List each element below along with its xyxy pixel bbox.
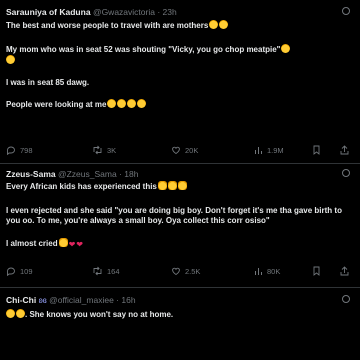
views-count: 80K: [267, 267, 281, 276]
repost-icon: [93, 266, 102, 276]
crying-face-emoji: [107, 99, 117, 108]
crying-face-emoji: [219, 20, 229, 29]
views-icon: [255, 268, 262, 275]
tweet-paragraph: I was in seat 85 dawg.: [6, 77, 90, 87]
timeline-feed: Sarauniya of Kaduna @Gwazavictoria · 23h…: [0, 0, 360, 360]
reply-icon: [7, 146, 15, 156]
broken-heart-emoji: ❤︎: [76, 239, 83, 249]
like-icon: [172, 146, 180, 155]
more-icon[interactable]: [340, 6, 352, 16]
crying-face-emoji: [281, 43, 291, 53]
tweet-text: . She knows you won't say no at home.: [6, 309, 354, 321]
share-button[interactable]: [340, 266, 353, 278]
user-handle[interactable]: @Zzeus_Sama: [58, 169, 117, 179]
tweet-time[interactable]: 23h: [163, 7, 177, 17]
tweet-paragraph: People were looking at me: [6, 100, 107, 109]
crying-face-emoji: [16, 309, 25, 318]
user-handle[interactable]: @official_maxiee: [49, 295, 114, 305]
butterfly-emoji: ʚɞ: [38, 296, 47, 305]
reply-count: 798: [20, 146, 33, 155]
display-name[interactable]: Chi-Chi: [6, 295, 36, 305]
like-count: 2.5K: [185, 267, 201, 276]
tweet[interactable]: Sarauniya of Kaduna @Gwazavictoria · 23h…: [0, 0, 360, 160]
reply-button[interactable]: 798: [6, 145, 33, 157]
crying-face-emoji: [137, 99, 147, 108]
more-icon[interactable]: [340, 294, 352, 304]
tweet-text: Every African kids has experienced this …: [6, 181, 354, 250]
views-count: 1.9M: [267, 146, 284, 155]
display-name[interactable]: Sarauniya of Kaduna: [6, 7, 91, 17]
crying-face-emoji: [6, 309, 15, 318]
cat-face-emoji: [177, 181, 187, 190]
bookmark-button[interactable]: [312, 266, 325, 278]
more-icon[interactable]: [340, 168, 352, 178]
share-icon: [340, 266, 349, 276]
like-count: 20K: [185, 146, 199, 155]
user-handle[interactable]: @Gwazavictoria: [93, 7, 155, 17]
views-icon: [255, 147, 262, 154]
repost-count: 3K: [107, 146, 117, 155]
tweet-actions: 798 3K 20K 1.9M: [0, 145, 360, 157]
tweet-paragraph: I even rejected and she said "you are do…: [6, 205, 342, 226]
bookmark-button[interactable]: [312, 145, 325, 157]
like-icon: [172, 267, 180, 276]
tweet-header: Sarauniya of Kaduna @Gwazavictoria · 23h: [6, 7, 177, 17]
tweet-actions: 109 164 2.5K 80K: [0, 266, 360, 278]
display-name[interactable]: Zzeus-Sama: [6, 169, 56, 179]
cat-face-emoji: [167, 181, 177, 190]
tweet-paragraph: . She knows you won't say no at home.: [25, 310, 174, 319]
reply-count: 109: [20, 267, 33, 276]
repost-count: 164: [107, 267, 120, 276]
tweet-paragraph: Every African kids has experienced this: [6, 182, 157, 191]
reply-icon: [7, 267, 15, 277]
separator-dot: ·: [119, 169, 122, 179]
tweet-paragraph: My mom who was in seat 52 was shouting "…: [6, 44, 281, 54]
bookmark-icon: [313, 145, 320, 155]
like-button[interactable]: 20K: [171, 145, 198, 157]
views-button[interactable]: 80K: [254, 266, 280, 278]
tweet[interactable]: Chi-Chi ʚɞ @official_maxiee · 16h . She …: [0, 288, 360, 360]
tweet-text: The best and worse people to travel with…: [6, 20, 354, 111]
crying-face-emoji: [6, 55, 15, 64]
share-button[interactable]: [340, 145, 353, 157]
repost-button[interactable]: 3K: [92, 145, 116, 157]
tweet-paragraph: I almost cried: [6, 238, 58, 248]
cat-face-emoji: [58, 237, 68, 247]
share-icon: [340, 145, 349, 155]
separator-dot: ·: [116, 295, 120, 305]
repost-button[interactable]: 164: [92, 266, 120, 278]
crying-face-emoji: [117, 99, 127, 108]
tweet-time[interactable]: 16h: [121, 295, 135, 305]
tweet-paragraph: The best and worse people to travel with…: [6, 21, 209, 30]
bookmark-icon: [313, 266, 320, 276]
like-button[interactable]: 2.5K: [171, 266, 200, 278]
reply-button[interactable]: 109: [6, 266, 33, 278]
tweet-header: Zzeus-Sama @Zzeus_Sama · 18h: [6, 169, 138, 179]
tweet-time[interactable]: 18h: [124, 169, 138, 179]
crying-face-emoji: [127, 99, 137, 108]
repost-icon: [93, 145, 102, 155]
tweet-header: Chi-Chi ʚɞ @official_maxiee · 16h: [6, 295, 136, 305]
separator-dot: ·: [157, 7, 161, 17]
views-button[interactable]: 1.9M: [254, 145, 284, 157]
crying-face-emoji: [209, 20, 219, 29]
cat-face-emoji: [157, 181, 167, 190]
broken-heart-emoji: ❤︎: [68, 239, 76, 249]
